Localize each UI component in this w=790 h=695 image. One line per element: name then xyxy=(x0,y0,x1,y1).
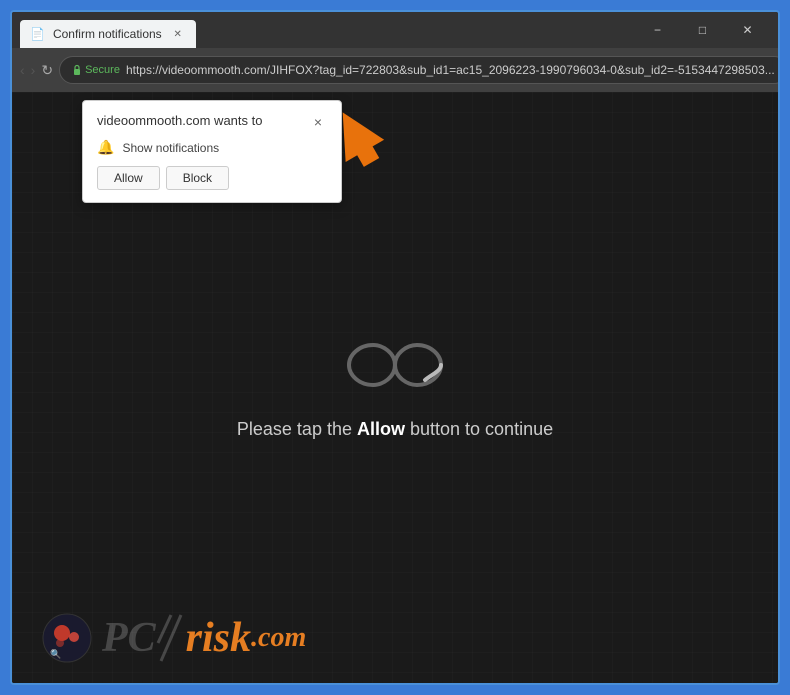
notification-popup: videoommooth.com wants to × 🔔 Show notif… xyxy=(82,100,342,203)
orange-arrow-icon xyxy=(316,92,396,171)
browser-window: 📄 Confirm notifications ✕ − □ ✕ ‹ › ↻ Se… xyxy=(10,10,780,685)
tab-close-button[interactable]: ✕ xyxy=(170,26,186,42)
message-prefix: Please tap the xyxy=(237,419,357,439)
watermark-risk: risk xyxy=(186,614,251,662)
minimize-button[interactable]: − xyxy=(635,16,680,44)
popup-notification-row: 🔔 Show notifications xyxy=(97,139,327,156)
secure-badge: Secure xyxy=(72,64,120,76)
pcrisk-logo-icon: 🔍 xyxy=(42,613,92,663)
window-controls: − □ ✕ xyxy=(635,16,770,48)
lock-icon xyxy=(72,64,82,76)
back-button[interactable]: ‹ xyxy=(20,56,25,84)
infinity-symbol xyxy=(335,335,455,395)
maximize-button[interactable]: □ xyxy=(680,16,725,44)
watermark: 🔍 PC risk .com xyxy=(42,613,306,663)
notification-label: Show notifications xyxy=(122,141,219,155)
secure-label: Secure xyxy=(85,64,120,76)
close-button[interactable]: ✕ xyxy=(725,16,770,44)
active-tab[interactable]: 📄 Confirm notifications ✕ xyxy=(20,20,196,48)
svg-text:🔍: 🔍 xyxy=(50,648,61,659)
address-input-container[interactable]: Secure https://videoommooth.com/JIHFOX?t… xyxy=(59,56,780,84)
page-content: videoommooth.com wants to × 🔔 Show notif… xyxy=(12,92,778,683)
watermark-pc: PC xyxy=(102,614,156,662)
message-allow-bold: Allow xyxy=(357,419,405,439)
watermark-slash-icon xyxy=(156,613,186,663)
forward-button[interactable]: › xyxy=(31,56,36,84)
popup-header: videoommooth.com wants to × xyxy=(97,113,327,131)
refresh-button[interactable]: ↻ xyxy=(41,56,53,84)
tab-favicon: 📄 xyxy=(30,27,45,41)
watermark-com: .com xyxy=(251,622,306,654)
block-button[interactable]: Block xyxy=(166,166,229,190)
tab-label: Confirm notifications xyxy=(53,27,162,41)
allow-button[interactable]: Allow xyxy=(97,166,160,190)
address-bar: ‹ › ↻ Secure https://videoommooth.com/JI… xyxy=(12,48,778,92)
watermark-text-container: PC risk .com xyxy=(102,613,306,663)
page-message: Please tap the Allow button to continue xyxy=(237,419,553,440)
message-suffix: button to continue xyxy=(405,419,553,439)
bell-icon: 🔔 xyxy=(97,139,114,156)
url-text: https://videoommooth.com/JIHFOX?tag_id=7… xyxy=(126,63,775,77)
popup-title: videoommooth.com wants to xyxy=(97,113,262,128)
tab-bar: 📄 Confirm notifications ✕ − □ ✕ xyxy=(12,12,778,48)
popup-buttons: Allow Block xyxy=(97,166,327,190)
page-center: Please tap the Allow button to continue xyxy=(237,335,553,440)
